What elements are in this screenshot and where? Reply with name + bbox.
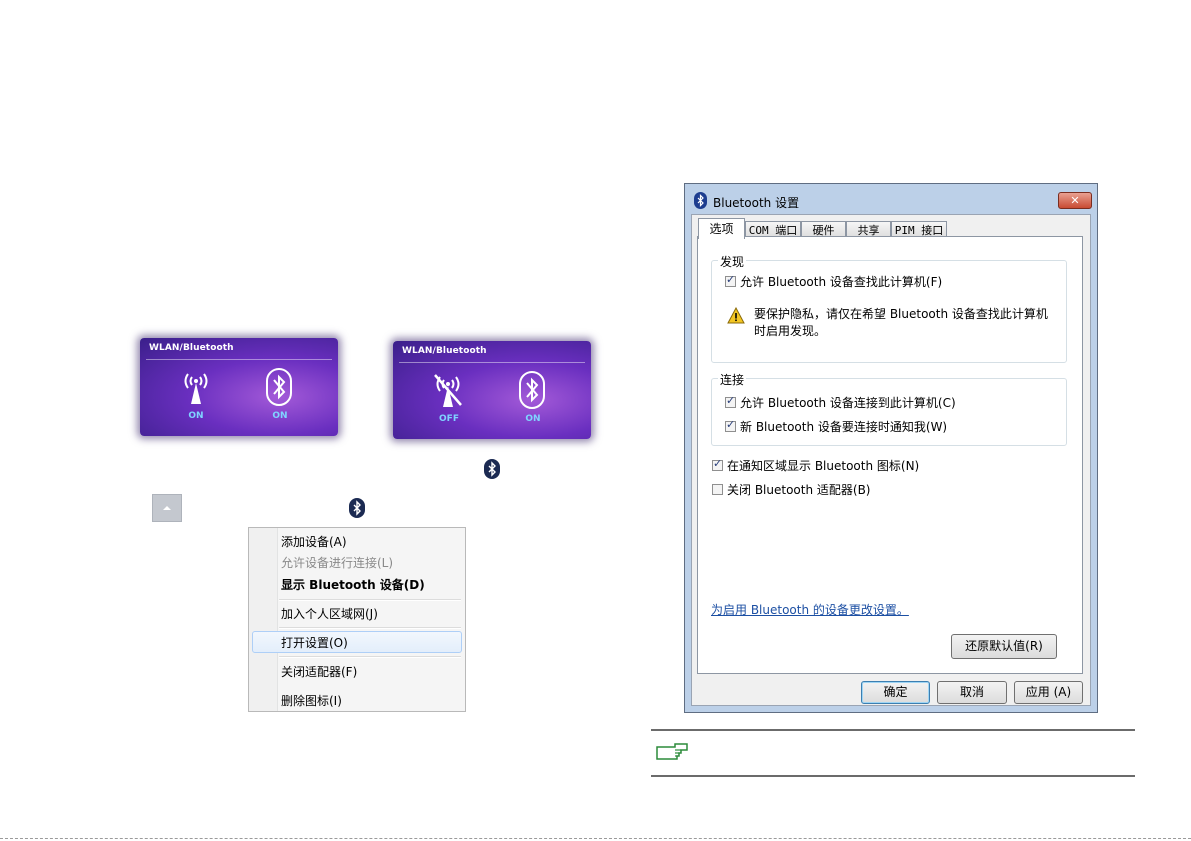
chevron-up-icon (163, 506, 171, 510)
bluetooth-context-menu: 添加设备(A) 允许设备进行连接(L) 显示 Bluetooth 设备(D) 加… (248, 527, 466, 712)
wlan-state: OFF (439, 414, 459, 424)
discovery-group-label: 发现 (718, 253, 747, 270)
change-device-settings-link[interactable]: 为启用 Bluetooth 的设备更改设置。 (711, 601, 909, 618)
menu-item-show-devices[interactable]: 显示 Bluetooth 设备(D) (281, 576, 425, 593)
menu-separator (279, 656, 461, 658)
close-button[interactable]: ✕ (1058, 192, 1092, 209)
menu-item-turn-off-adapter[interactable]: 关闭适配器(F) (281, 663, 357, 680)
allow-connect-label[interactable]: 允许 Bluetooth 设备连接到此计算机(C) (740, 394, 956, 411)
turn-off-adapter-checkbox[interactable] (712, 484, 723, 495)
show-hidden-icons-button[interactable] (152, 494, 182, 522)
turn-off-adapter-label[interactable]: 关闭 Bluetooth 适配器(B) (727, 481, 870, 498)
allow-find-checkbox[interactable] (725, 273, 736, 287)
menu-separator (279, 599, 461, 601)
menu-item-open-settings[interactable]: 打开设置(O) (281, 634, 348, 651)
allow-find-label[interactable]: 允许 Bluetooth 设备查找此计算机(F) (740, 273, 942, 290)
notify-label[interactable]: 新 Bluetooth 设备要连接时通知我(W) (740, 418, 947, 435)
osd-title: WLAN/Bluetooth (402, 346, 487, 356)
show-icon-checkbox[interactable] (712, 457, 723, 471)
wlan-state: ON (188, 411, 204, 421)
pointing-hand-icon (656, 743, 688, 760)
connections-group (711, 378, 1067, 446)
connections-group-label: 连接 (718, 371, 747, 388)
note-top-rule (651, 729, 1135, 731)
menu-item-add-device[interactable]: 添加设备(A) (281, 533, 347, 550)
osd-title: WLAN/Bluetooth (149, 343, 234, 353)
menu-gutter (249, 528, 278, 711)
note-bottom-rule (651, 775, 1135, 777)
bluetooth-icon (694, 192, 707, 209)
menu-item-remove-icon[interactable]: 删除图标(I) (281, 692, 342, 709)
bluetooth-icon (519, 371, 545, 409)
menu-separator (279, 627, 461, 629)
wlan-bluetooth-osd-off: WLAN/Bluetooth OFF ON (393, 341, 591, 439)
cancel-button[interactable]: 取消 (937, 681, 1007, 704)
show-icon-label[interactable]: 在通知区域显示 Bluetooth 图标(N) (727, 457, 919, 474)
wlan-bluetooth-osd-on: WLAN/Bluetooth ON ON (140, 338, 338, 436)
ok-button[interactable]: 确定 (861, 681, 930, 704)
allow-connect-checkbox[interactable] (725, 394, 736, 408)
bluetooth-tray-icon[interactable] (484, 459, 500, 479)
page-bottom-divider (0, 838, 1191, 839)
privacy-warning-text: 要保护隐私，请仅在希望 Bluetooth 设备查找此计算机时启用发现。 (754, 307, 1048, 338)
bluetooth-state: ON (525, 414, 541, 424)
notify-checkbox[interactable] (725, 418, 736, 432)
menu-item-allow-connect[interactable]: 允许设备进行连接(L) (281, 554, 393, 571)
bluetooth-tray-icon[interactable] (349, 498, 365, 518)
restore-defaults-button[interactable]: 还原默认值(R) (951, 634, 1057, 659)
apply-button[interactable]: 应用 (A) (1014, 681, 1083, 704)
dialog-title: Bluetooth 设置 (713, 196, 800, 210)
warning-icon (727, 307, 745, 324)
osd-divider (146, 359, 332, 360)
bluetooth-state: ON (272, 411, 288, 421)
bluetooth-icon (266, 368, 292, 406)
wlan-off-icon (434, 374, 462, 407)
osd-divider (399, 362, 585, 363)
menu-item-join-pan[interactable]: 加入个人区域网(J) (281, 605, 378, 622)
wlan-antenna-icon (184, 373, 208, 404)
tab-options[interactable]: 选项 (698, 218, 745, 239)
